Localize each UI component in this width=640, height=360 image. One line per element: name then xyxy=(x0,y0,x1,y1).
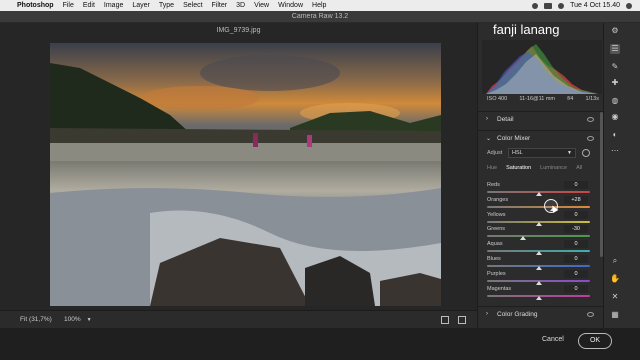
slider-value-greens[interactable]: -30 xyxy=(564,225,588,234)
chevron-right-icon: › xyxy=(486,116,488,122)
slider-value-aquas[interactable]: 0 xyxy=(564,240,588,249)
menu-filter[interactable]: Filter xyxy=(212,2,228,9)
cancel-button[interactable]: Cancel xyxy=(542,336,564,343)
brush-icon[interactable]: ✎ xyxy=(610,62,620,72)
tool-rail xyxy=(603,23,640,328)
fit-zoom[interactable]: Fit (31,7%) xyxy=(20,316,52,323)
menu-window[interactable]: Window xyxy=(278,2,303,9)
wifi-icon[interactable] xyxy=(558,2,565,9)
slider-thumb-reds[interactable] xyxy=(535,192,542,196)
sliders-icon[interactable]: ☰ xyxy=(610,44,620,54)
section-color-mixer-label: Color Mixer xyxy=(497,135,531,142)
healing-icon[interactable]: ✚ xyxy=(610,78,620,88)
zoom-bar: Fit (31,7%) 100% ▼ xyxy=(0,310,477,328)
gear-icon[interactable]: ⚙ xyxy=(610,26,620,36)
slider-track-oranges[interactable] xyxy=(487,205,590,208)
zoom-value: 100% xyxy=(64,316,81,323)
tab-hue[interactable]: Hue xyxy=(487,165,497,171)
before-after-icon[interactable] xyxy=(441,316,449,324)
slider-value-magentas[interactable]: 0 xyxy=(564,284,588,293)
slider-label-purples: Purples xyxy=(487,270,506,277)
slider-value-purples[interactable]: 0 xyxy=(564,269,588,278)
lens-value: 11-16@11 mm xyxy=(519,96,556,102)
slider-label-magentas: Magentas xyxy=(487,285,512,292)
slider-thumb-yellows[interactable] xyxy=(535,221,542,226)
menu-view[interactable]: View xyxy=(254,2,269,9)
menubar-status: Tue 4 Oct 15.40 xyxy=(532,0,632,11)
section-color-grading-label: Color Grading xyxy=(497,311,538,318)
tab-saturation[interactable]: Saturation xyxy=(506,165,531,171)
hand-icon[interactable]: ✋ xyxy=(610,274,620,284)
chevron-right-icon: › xyxy=(486,311,488,317)
slider-thumb-magentas[interactable] xyxy=(535,295,542,300)
menu-layer[interactable]: Layer xyxy=(132,2,150,9)
slider-thumb-purples[interactable] xyxy=(535,280,542,285)
histogram xyxy=(482,40,602,94)
adjust-select[interactable]: HSL ▼ xyxy=(508,148,576,158)
menu-help[interactable]: Help xyxy=(312,2,326,9)
adjust-select-value: HSL xyxy=(512,150,523,156)
section-color-mixer[interactable]: ⌄ Color Mixer xyxy=(477,130,603,146)
tab-luminance[interactable]: Luminance xyxy=(540,165,567,171)
chevron-down-icon: ▼ xyxy=(86,317,92,323)
document-filename: IMG_9739.jpg xyxy=(216,27,261,34)
slider-label-blues: Blues xyxy=(487,256,501,262)
slider-label-greens: Greens xyxy=(487,226,506,233)
dialog-footer xyxy=(0,328,640,360)
section-detail[interactable]: › Detail xyxy=(477,111,603,127)
menu-type[interactable]: Type xyxy=(159,2,174,9)
presets-icon[interactable]: ◐ xyxy=(610,130,620,140)
landscape-photo xyxy=(50,43,441,306)
aperture-value: f/4 xyxy=(567,96,574,102)
more-icon[interactable]: ⋯ xyxy=(610,146,620,156)
slider-value-oranges[interactable]: +28 xyxy=(564,195,588,204)
watermark: fanji lanang xyxy=(493,22,560,37)
redeye-icon[interactable]: ◉ xyxy=(610,112,620,122)
section-detail-label: Detail xyxy=(497,116,514,123)
slider-label-oranges: Oranges xyxy=(487,196,509,203)
compare-view-icon[interactable] xyxy=(458,316,466,324)
slider-value-yellows[interactable]: 0 xyxy=(564,210,588,219)
grid-icon[interactable]: ▦ xyxy=(610,310,620,320)
mac-menubar: Photoshop File Edit Image Layer Type Sel… xyxy=(0,0,640,11)
shutter-value: 1/13s xyxy=(585,96,599,102)
camera-info: ISO 400 11-16@11 mm f/4 1/13s xyxy=(487,96,599,102)
tab-all[interactable]: All xyxy=(576,165,582,171)
menu-file[interactable]: File xyxy=(63,2,74,9)
slider-thumb-greens[interactable] xyxy=(520,236,527,241)
eye-icon[interactable] xyxy=(587,312,594,317)
adjust-label: Adjust xyxy=(487,150,503,156)
search-icon[interactable] xyxy=(626,2,632,9)
menu-select[interactable]: Select xyxy=(183,2,202,9)
slider-label-yellows: Yellows xyxy=(487,211,506,218)
battery-icon[interactable] xyxy=(544,2,553,9)
slider-thumb-blues[interactable] xyxy=(535,266,542,270)
zoom-select[interactable]: 100% ▼ xyxy=(64,316,92,323)
record-icon[interactable] xyxy=(532,2,539,9)
menu-edit[interactable]: Edit xyxy=(83,2,95,9)
window-title: Camera Raw 13.2 xyxy=(291,13,349,20)
eye-icon[interactable] xyxy=(587,117,594,122)
menu-3d[interactable]: 3D xyxy=(236,2,245,9)
eye-icon[interactable] xyxy=(587,136,594,141)
chevron-down-icon: ▼ xyxy=(567,150,572,156)
slider-value-reds[interactable]: 0 xyxy=(564,181,588,189)
chevron-down-icon: ⌄ xyxy=(486,136,492,142)
zoom-icon[interactable]: ⌕ xyxy=(610,256,620,266)
clock[interactable]: Tue 4 Oct 15.40 xyxy=(570,2,620,9)
mask-icon[interactable]: ◍ xyxy=(610,96,620,106)
sampler-icon[interactable]: ✕ xyxy=(610,292,620,302)
photo-preview[interactable] xyxy=(50,43,441,306)
iso-value: ISO 400 xyxy=(487,96,508,102)
ok-button[interactable]: OK xyxy=(578,333,612,349)
app-menu[interactable]: Photoshop xyxy=(17,2,54,9)
slider-label-aquas: Aquas xyxy=(487,241,503,248)
targeted-adjustment-icon[interactable] xyxy=(582,149,590,157)
slider-label-reds: Reds xyxy=(487,182,500,188)
hsl-tabs: Hue Saturation Luminance All xyxy=(487,165,599,171)
slider-value-blues[interactable]: 0 xyxy=(564,255,588,263)
section-color-grading[interactable]: › Color Grading xyxy=(477,306,603,322)
menu-image[interactable]: Image xyxy=(104,2,123,9)
slider-thumb-aquas[interactable] xyxy=(535,251,542,256)
